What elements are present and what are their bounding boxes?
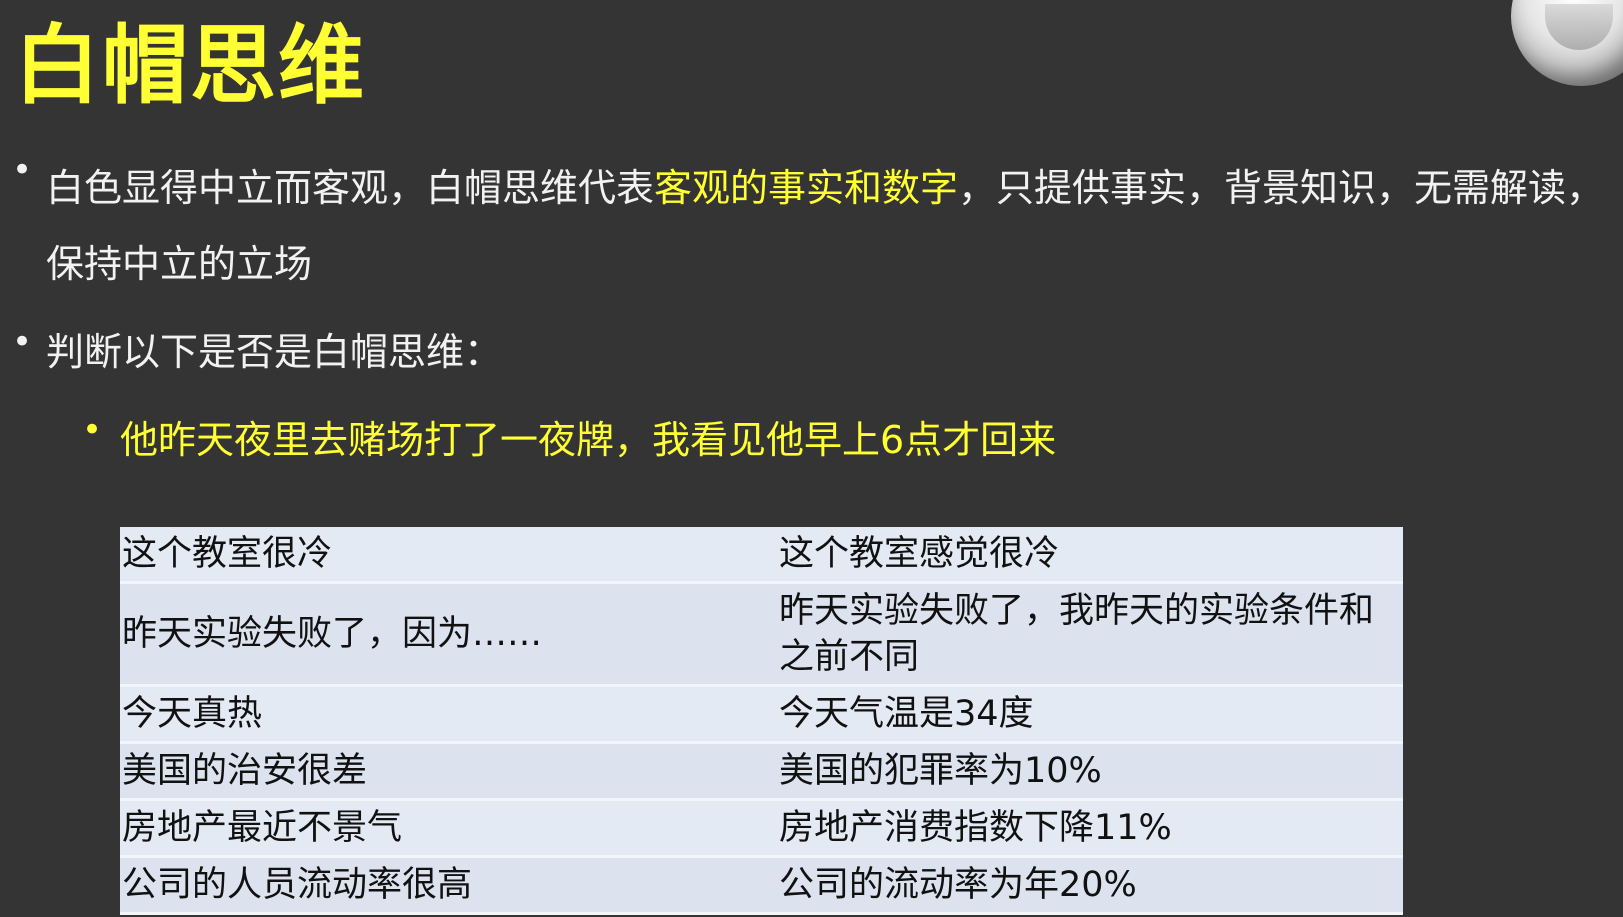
comparison-table: 这个教室很冷 这个教室感觉很冷 昨天实验失败了，因为…… 昨天实验失败了，我昨天… [120,527,1403,915]
bullet-1-highlight: 客观的事实和数字 [654,166,959,210]
table-row: 昨天实验失败了，因为…… 昨天实验失败了，我昨天的实验条件和之前不同 [120,582,1403,686]
table-row: 这个教室很冷 这个教室感觉很冷 [120,527,1403,583]
bullet-text-2: 判断以下是否是白帽思维： [46,330,503,374]
table-cell-right: 房地产消费指数下降11% [778,808,1172,848]
logo-inner-shape [1545,4,1613,50]
table-cell-right: 昨天实验失败了，我昨天的实验条件和之前不同 [778,591,1374,677]
bullet-dot-icon: • [12,150,33,190]
slide-title: 白帽思维 [14,16,366,116]
table-cell-left: 公司的人员流动率很高 [122,865,473,905]
table-row: 房地产最近不景气 房地产消费指数下降11% [120,799,1403,857]
table-row: 今天真热 今天气温是34度 [120,685,1403,743]
bullet-text-1: 白色显得中立而客观，白帽思维代表客观的事实和数字，只提供事实，背景知识，无需解读… [46,150,1623,302]
table-cell-left: 房地产最近不景气 [122,808,403,848]
table-cell-left: 美国的治安很差 [122,751,368,791]
slide: 白帽思维 • 白色显得中立而客观，白帽思维代表客观的事实和数字，只提供事实，背景… [0,0,1623,917]
bullet-dot-icon: • [12,322,33,362]
table-row: 公司的人员流动率很高 公司的流动率为年20% [120,856,1403,914]
table-cell-right: 公司的流动率为年20% [778,865,1137,905]
table-row: 美国的治安很差 美国的犯罪率为10% [120,742,1403,800]
logo-icon [1511,0,1623,86]
bullet-1-before: 白色显得中立而客观，白帽思维代表 [46,166,655,210]
sub-bullet-dot-icon: • [82,410,103,450]
table-cell-left: 昨天实验失败了，因为…… [122,614,543,654]
table-cell-left: 这个教室很冷 [122,534,333,574]
bullet-text-3: 他昨天夜里去赌场打了一夜牌，我看见他早上6点才回来 [120,418,1057,462]
table-cell-right: 这个教室感觉很冷 [778,534,1059,574]
table-cell-right: 今天气温是34度 [778,694,1034,734]
table-cell-right: 美国的犯罪率为10% [778,751,1102,791]
table-cell-left: 今天真热 [122,694,263,734]
